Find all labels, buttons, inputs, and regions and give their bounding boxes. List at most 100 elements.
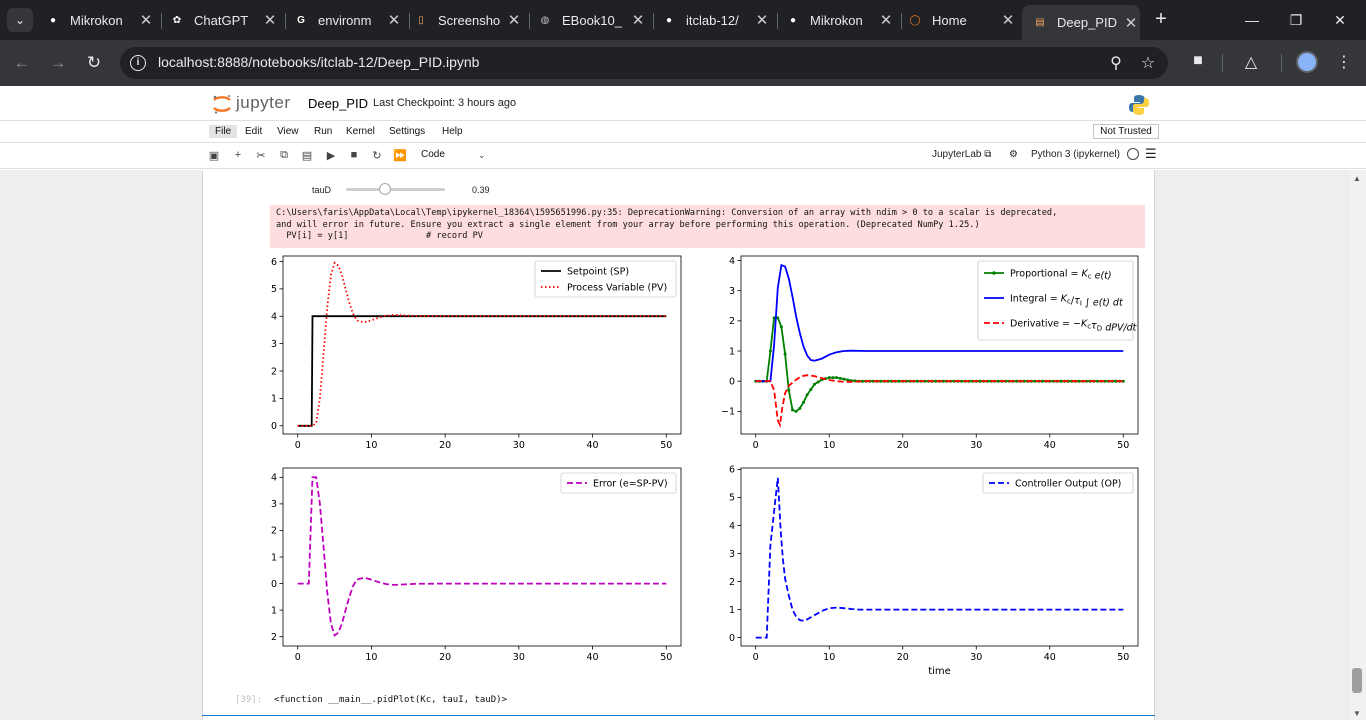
copy-icon[interactable]: ⧉ [277,149,291,162]
browser-tab[interactable]: ● Mikrokon ✕ [785,5,895,35]
profile-avatar[interactable] [1296,51,1318,73]
close-tab-icon[interactable]: ✕ [629,11,647,29]
browser-tab[interactable]: ▯ Screensho ✕ [413,5,523,35]
cut-icon[interactable]: ✂ [254,149,268,162]
menu-help[interactable]: Help [442,126,463,137]
address-bar[interactable]: i localhost:8888/notebooks/itclab-12/Dee… [120,47,1168,79]
run-icon[interactable]: ▶ [324,149,338,162]
tab-title: environm [318,12,372,28]
google-icon: G [297,14,305,26]
trust-button[interactable]: Not Trusted [1093,124,1159,139]
debugger-bug-icon[interactable]: ⚙ [1009,149,1018,160]
insert-cell-icon[interactable]: + [231,149,245,161]
stderr-line: and will error in future. Ensure you ext… [276,219,980,230]
menu-run[interactable]: Run [314,126,332,137]
jupyter-logo-icon[interactable] [211,93,233,115]
scroll-down-icon[interactable]: ▼ [1353,709,1361,718]
forward-icon[interactable]: → [46,52,70,74]
jupyter-icon: ◯ [909,14,921,26]
zoom-icon[interactable]: ⚲ [1106,53,1126,73]
restore-button[interactable]: ❐ [1276,8,1316,32]
back-icon[interactable]: ← [10,52,34,74]
x-tick-label: 40 [587,652,599,663]
y-tick-label: 2 [729,577,735,588]
tauD-slider-track[interactable] [346,188,445,191]
extensions-icon[interactable]: ■ [1187,52,1209,70]
menu-settings[interactable]: Settings [389,126,425,137]
bookmark-star-icon[interactable]: ☆ [1138,53,1158,73]
menu-view[interactable]: View [277,126,299,137]
tab-title: Home [932,12,967,28]
data-point [790,408,794,412]
next-cell[interactable] [202,715,1155,720]
y-tick-label: 4 [729,256,735,267]
close-tab-icon[interactable]: ✕ [1122,14,1140,32]
menu-kernel[interactable]: Kernel [346,126,375,137]
page-scrollbar[interactable] [1350,170,1366,720]
save-icon[interactable]: ▣ [207,149,221,162]
data-point [809,388,813,391]
close-tab-icon[interactable]: ✕ [137,11,155,29]
y-tick-label: 3 [729,286,735,297]
hamburger-menu-icon[interactable]: ☰ [1145,146,1157,162]
browser-tab[interactable]: Genvironm ✕ [293,5,403,35]
y-tick-label: 0 [729,633,735,644]
tab-title: itclab-12/ [686,12,739,28]
reload-icon[interactable]: ↻ [82,52,106,74]
browser-tab[interactable]: ◍ EBook10_ ✕ [537,5,647,35]
data-point [805,393,809,397]
scroll-up-icon[interactable]: ▲ [1353,174,1361,183]
minimize-button[interactable]: — [1232,8,1272,32]
browser-tab[interactable]: ● Mikrokon ✕ [45,5,155,35]
data-point [842,377,846,381]
y-tick-label: 2 [729,316,735,327]
data-point [897,379,901,383]
interrupt-icon[interactable]: ■ [347,149,361,161]
data-point [779,325,783,329]
chatgpt-icon: ✿ [172,14,182,26]
x-tick-label: 30 [970,652,982,663]
x-tick-label: 50 [1117,440,1129,451]
browser-tab[interactable]: ● itclab-12/ ✕ [661,5,771,35]
browser-menu-icon[interactable]: ⋮ [1333,52,1355,72]
y-tick-label: 3 [271,499,277,510]
close-tab-icon[interactable]: ✕ [261,11,279,29]
restart-run-all-icon[interactable]: ⏩ [393,149,407,162]
jupyter-menubar: File Edit View Run Kernel Settings Help Not Tr… [0,120,1366,143]
browser-tab[interactable]: ▤ Deep_PID ✕ [1022,5,1140,40]
close-tab-icon[interactable]: ✕ [505,11,523,29]
tauD-slider-handle[interactable] [378,183,391,195]
close-tab-icon[interactable]: ✕ [999,11,1017,29]
x-tick-label: 20 [897,652,909,663]
close-window-button[interactable]: ✕ [1320,8,1360,32]
x-tick-label: 40 [1044,440,1056,451]
y-tick-label: 4 [729,521,735,532]
x-tick-label: 0 [295,652,301,663]
browser-tab[interactable]: ◯ Home ✕ [907,5,1017,35]
menu-file[interactable]: File [209,125,238,138]
labs-flask-icon[interactable]: △ [1240,52,1262,72]
tab-search-button[interactable]: ⌄ [7,8,33,32]
paste-icon[interactable]: ▤ [300,149,314,162]
y-tick-label: 2 [271,526,277,537]
close-tab-icon[interactable]: ✕ [753,11,771,29]
url-text[interactable]: localhost:8888/notebooks/itclab-12/Deep_… [158,54,479,70]
new-tab-button[interactable]: + [1151,9,1171,29]
data-point [978,379,982,383]
site-info-icon[interactable]: i [130,55,146,71]
pid-plots-figure: 0 10 20 30 40 500123456Setpoint (SP)Process V… [270,255,1139,677]
menu-edit[interactable]: Edit [245,126,262,137]
y-tick-label: −2 [270,632,277,643]
y-tick-label: 1 [729,605,735,616]
legend-label: Controller Output (OP) [1015,478,1121,489]
browser-tab[interactable]: ✿ ChatGPT ✕ [169,5,279,35]
cell-type-select[interactable]: Code ⌄ [421,149,491,160]
notebook-name[interactable]: Deep_PID [308,96,368,111]
close-tab-icon[interactable]: ✕ [385,11,403,29]
kernel-name[interactable]: Python 3 (ipykernel) [1031,149,1120,160]
restart-icon[interactable]: ↻ [370,149,384,162]
scrollbar-thumb[interactable] [1352,668,1362,693]
jupyterlab-link[interactable]: JupyterLab ⧉ [932,149,991,160]
close-tab-icon[interactable]: ✕ [877,11,895,29]
tab-title: Mikrokon [810,12,863,28]
